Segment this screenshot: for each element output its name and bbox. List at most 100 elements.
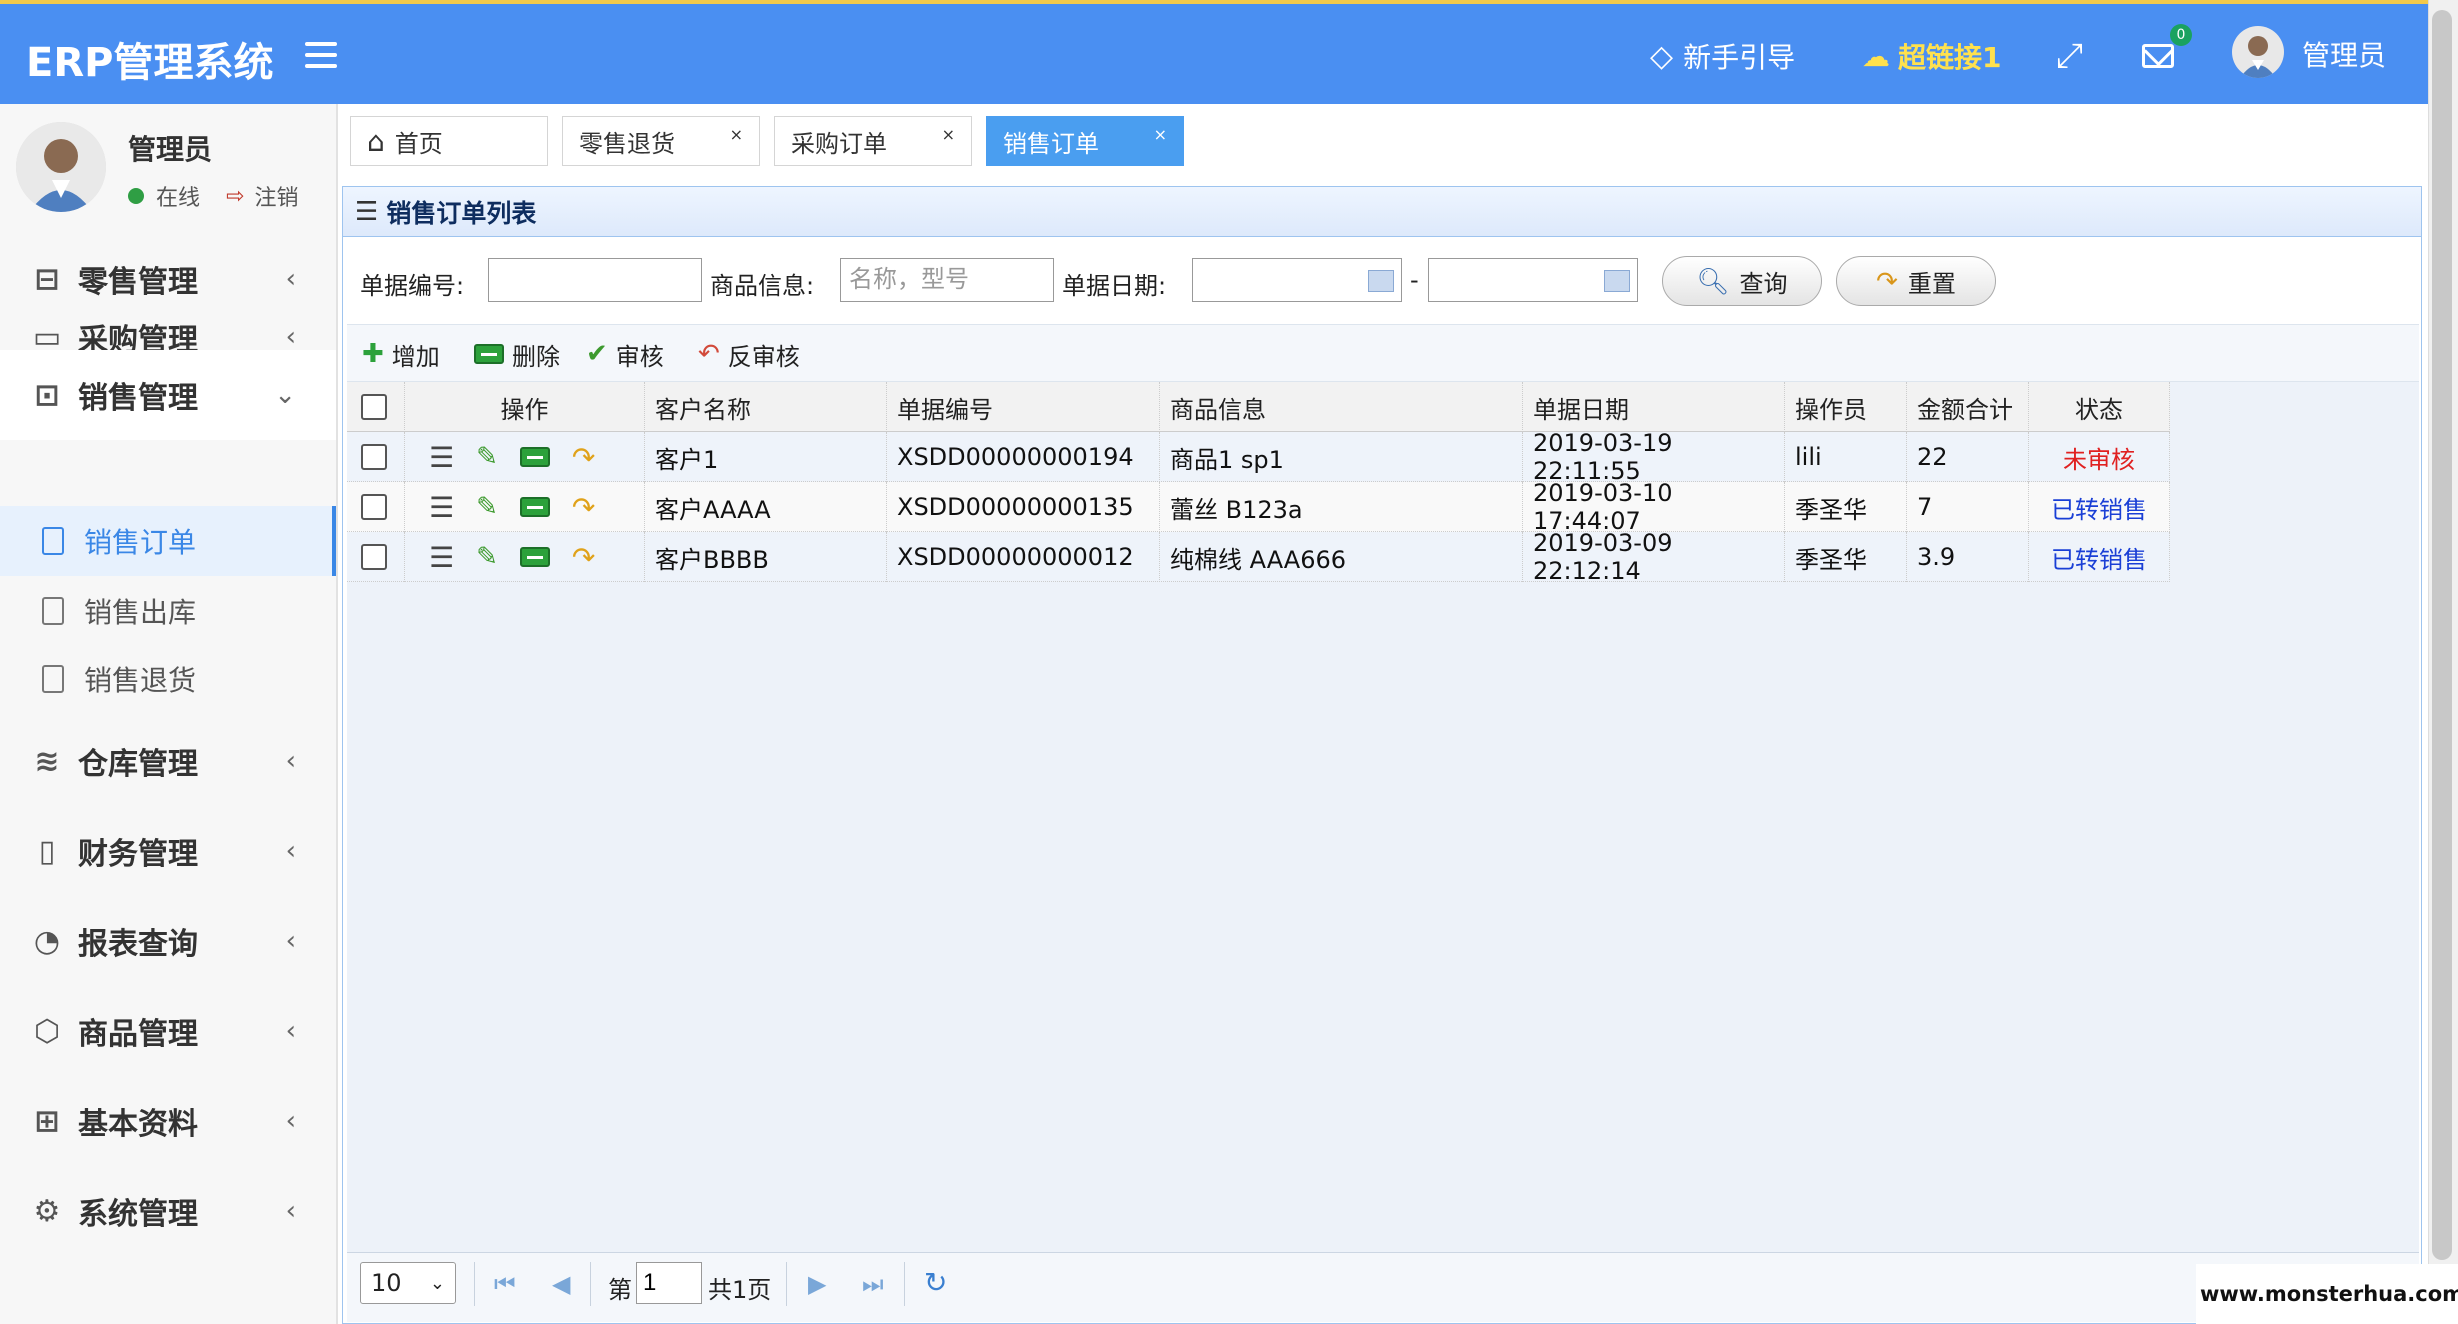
pager-separator [904,1262,905,1306]
search-icon: 🔍︎ [1696,265,1730,296]
sidebar-item-label: 财务管理 [78,837,198,872]
page-number-input[interactable] [636,1262,702,1304]
delete-button[interactable]: 删除 [474,336,560,372]
sidebar-sub-sales-out[interactable]: 销售出库 [0,576,336,646]
pager-separator [590,1262,591,1306]
calendar-icon[interactable] [1604,270,1630,292]
row-ops-cell: ☰ ✎ ↷ [405,482,645,532]
audit-button[interactable]: ✔ 审核 [586,336,664,372]
header-user-name[interactable]: 管理员 [2302,34,2386,74]
first-page-icon[interactable]: ⏮ [494,1270,516,1298]
tab-purchase-order[interactable]: 采购订单 × [774,116,972,166]
diamond-icon: ◇ [1650,38,1674,74]
dropbox-icon: ⬡ [33,1013,61,1049]
forward-arrow-icon[interactable]: ↷ [572,441,595,474]
query-button[interactable]: 🔍︎ 查询 [1662,256,1822,306]
edit-pencil-icon[interactable]: ✎ [476,442,498,472]
header-avatar[interactable] [2232,26,2284,78]
col-header-operator[interactable]: 操作员 [1785,382,1907,432]
page-size-select[interactable]: 10 ⌄ [360,1262,456,1304]
close-icon[interactable]: × [1154,125,1167,144]
sidebar-item-basic[interactable]: ⊞ 基本资料 ‹ [0,1076,336,1166]
col-header-date[interactable]: 单据日期 [1523,382,1785,432]
delete-icon[interactable] [519,497,550,517]
row-checkbox[interactable] [361,494,387,520]
last-page-icon[interactable]: ⏭ [862,1270,884,1298]
menu-toggle-icon[interactable] [305,42,337,70]
fullscreen-icon[interactable]: ⤢ [2056,34,2083,78]
delete-icon[interactable] [519,447,550,467]
chevron-left-icon: ‹ [285,1196,296,1226]
mail-button[interactable]: 0 [2142,24,2192,78]
cell-goods: 商品1 sp1 [1160,432,1523,482]
reset-label: 重置 [1907,270,1956,298]
chevron-left-icon: ‹ [285,264,296,294]
edit-pencil-icon[interactable]: ✎ [476,492,498,522]
top-header: ERP管理系统 ◇ 新手引导 ☁ 超链接1 ⤢ 0 [0,0,2428,104]
detail-list-icon[interactable]: ☰ [429,541,454,574]
delete-icon [474,344,504,364]
sidebar-item-reports[interactable]: ◔ 报表查询 ‹ [0,896,336,986]
col-header-amount[interactable]: 金额合计 [1907,382,2029,432]
envelope-icon [2142,44,2174,68]
row-checkbox[interactable] [361,444,387,470]
bill-no-input[interactable] [488,258,702,302]
edit-pencil-icon[interactable]: ✎ [476,542,498,572]
logout-link[interactable]: 注销 [254,180,298,212]
sidebar-item-system[interactable]: ⚙ 系统管理 ‹ [0,1166,336,1256]
sidebar-item-warehouse[interactable]: ≋ 仓库管理 ‹ [0,716,336,806]
forward-arrow-icon[interactable]: ↷ [572,541,595,574]
col-header-status[interactable]: 状态 [2029,382,2170,432]
reset-button[interactable]: ↷ 重置 [1836,256,1996,306]
tab-sales-order[interactable]: 销售订单 × [986,116,1184,166]
prev-page-icon[interactable]: ◀ [552,1270,570,1298]
refresh-icon[interactable]: ↻ [924,1266,947,1299]
goods-input[interactable] [840,258,1054,302]
col-header-bill-no[interactable]: 单据编号 [887,382,1160,432]
sidebar-item-finance[interactable]: ▯ 财务管理 ‹ [0,806,336,896]
close-icon[interactable]: × [730,125,743,144]
cell-goods: 纯棉线 AAA666 [1160,532,1523,582]
row-ops-cell: ☰ ✎ ↷ [405,432,645,482]
query-label: 查询 [1739,270,1788,298]
sidebar-avatar [16,122,106,212]
select-all-cell [347,382,405,432]
cell-goods: 蕾丝 B123a [1160,482,1523,532]
unaudit-label: 反审核 [727,342,800,371]
sidebar-sub-sales-order[interactable]: 销售订单 [0,506,336,576]
cell-bill-no: XSDD00000000135 [887,482,1160,532]
sidebar-sub-sales-return[interactable]: 销售退货 [0,644,336,714]
calendar-icon[interactable] [1368,270,1394,292]
next-page-icon[interactable]: ▶ [808,1270,826,1298]
col-header-customer[interactable]: 客户名称 [645,382,887,432]
col-header-ops[interactable]: 操作 [405,382,645,432]
col-header-goods[interactable]: 商品信息 [1160,382,1523,432]
logout-icon[interactable]: ⇨ [226,184,244,209]
sidebar-item-sales[interactable]: ⊡ 销售管理 ⌄ [0,350,336,440]
close-icon[interactable]: × [942,125,955,144]
guide-link[interactable]: ◇ 新手引导 [1650,34,1795,78]
add-label: 增加 [391,342,440,371]
detail-list-icon[interactable]: ☰ [429,441,454,474]
hyperlink-1[interactable]: ☁ 超链接1 [1862,34,2001,78]
tab-home[interactable]: ⌂ 首页 [350,116,548,166]
sidebar-item-goods[interactable]: ⬡ 商品管理 ‹ [0,986,336,1076]
page-scrollbar-thumb[interactable] [2432,10,2452,1260]
panel-title-text: 销售订单列表 [386,198,537,228]
delete-icon[interactable] [519,547,550,567]
cell-customer: 客户AAAA [645,482,887,532]
online-dot-icon [128,188,144,204]
detail-list-icon[interactable]: ☰ [429,491,454,524]
add-button[interactable]: ✚ 增加 [362,336,440,372]
select-all-checkbox[interactable] [361,394,387,420]
tab-retail-return[interactable]: 零售退货 × [562,116,760,166]
cell-operator: 季圣华 [1785,482,1907,532]
row-checkbox[interactable] [361,544,387,570]
forward-arrow-icon[interactable]: ↷ [572,491,595,524]
undo-icon: ↶ [698,339,720,369]
online-label: 在线 [156,186,201,211]
cell-amount: 3.9 [1907,532,2029,582]
unaudit-button[interactable]: ↶ 反审核 [698,336,800,372]
list-icon: ☰ [355,196,379,227]
cell-status: 已转销售 [2029,482,2170,532]
